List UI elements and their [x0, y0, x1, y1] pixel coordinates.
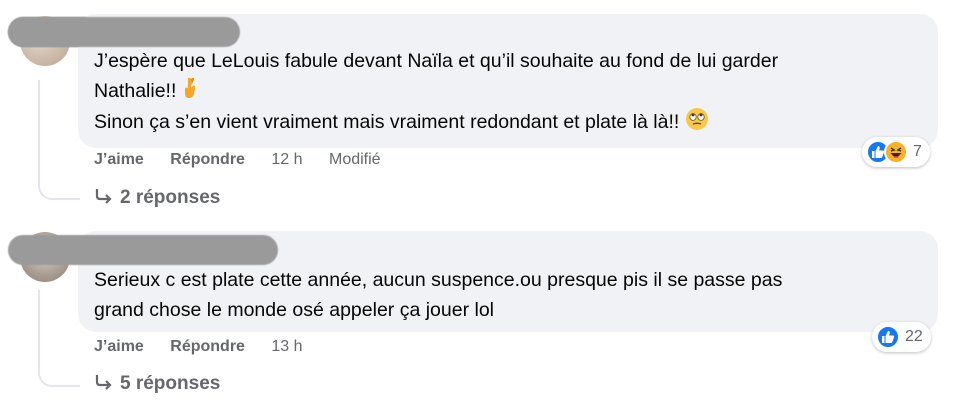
reply-button[interactable]: Répondre: [170, 338, 245, 356]
timestamp[interactable]: 12 h: [271, 151, 302, 169]
reaction-count: 7: [913, 143, 922, 160]
replies-count-label[interactable]: 5 réponses: [120, 373, 220, 394]
haha-reaction-icon: [884, 140, 908, 164]
reactions-summary[interactable]: 22: [872, 322, 931, 352]
eye-roll-icon: [685, 107, 709, 139]
thread-connector: [38, 80, 80, 200]
comment-text-line: J’espère que LeLouis fabule devant Naïla…: [94, 50, 779, 72]
view-replies-link[interactable]: 2 réponses: [94, 187, 220, 211]
like-button[interactable]: J’aime: [94, 151, 144, 169]
redacted-author-name-overlay: [8, 17, 240, 47]
crossed-fingers-icon: [182, 77, 198, 107]
comment-text-line: grand chose le monde osé appeler ça joue…: [94, 299, 495, 321]
thread-connector: [38, 290, 80, 387]
comment-actions: J’aime Répondre 12 h Modifié: [94, 151, 381, 169]
redacted-author-name: [8, 235, 278, 265]
reply-arrow-icon: [94, 187, 120, 211]
reaction-count: 22: [905, 328, 923, 345]
edited-label[interactable]: Modifié: [329, 151, 381, 169]
comment-actions: J’aime Répondre 13 h: [94, 338, 303, 356]
replies-count-label[interactable]: 2 réponses: [120, 187, 220, 208]
timestamp[interactable]: 13 h: [271, 338, 302, 356]
reply-button[interactable]: Répondre: [170, 151, 245, 169]
like-reaction-icon: [876, 325, 900, 349]
reply-arrow-icon: [94, 373, 120, 397]
like-button[interactable]: J’aime: [94, 338, 144, 356]
reactions-summary[interactable]: 7: [862, 137, 930, 167]
comment-text-line: Serieux c est plate cette année, aucun s…: [94, 269, 783, 291]
comment-text-line: Nathalie!!: [94, 77, 198, 107]
comment-text-line: Sinon ça s’en vient vraiment mais vraime…: [94, 107, 709, 139]
view-replies-link[interactable]: 5 réponses: [94, 373, 220, 397]
